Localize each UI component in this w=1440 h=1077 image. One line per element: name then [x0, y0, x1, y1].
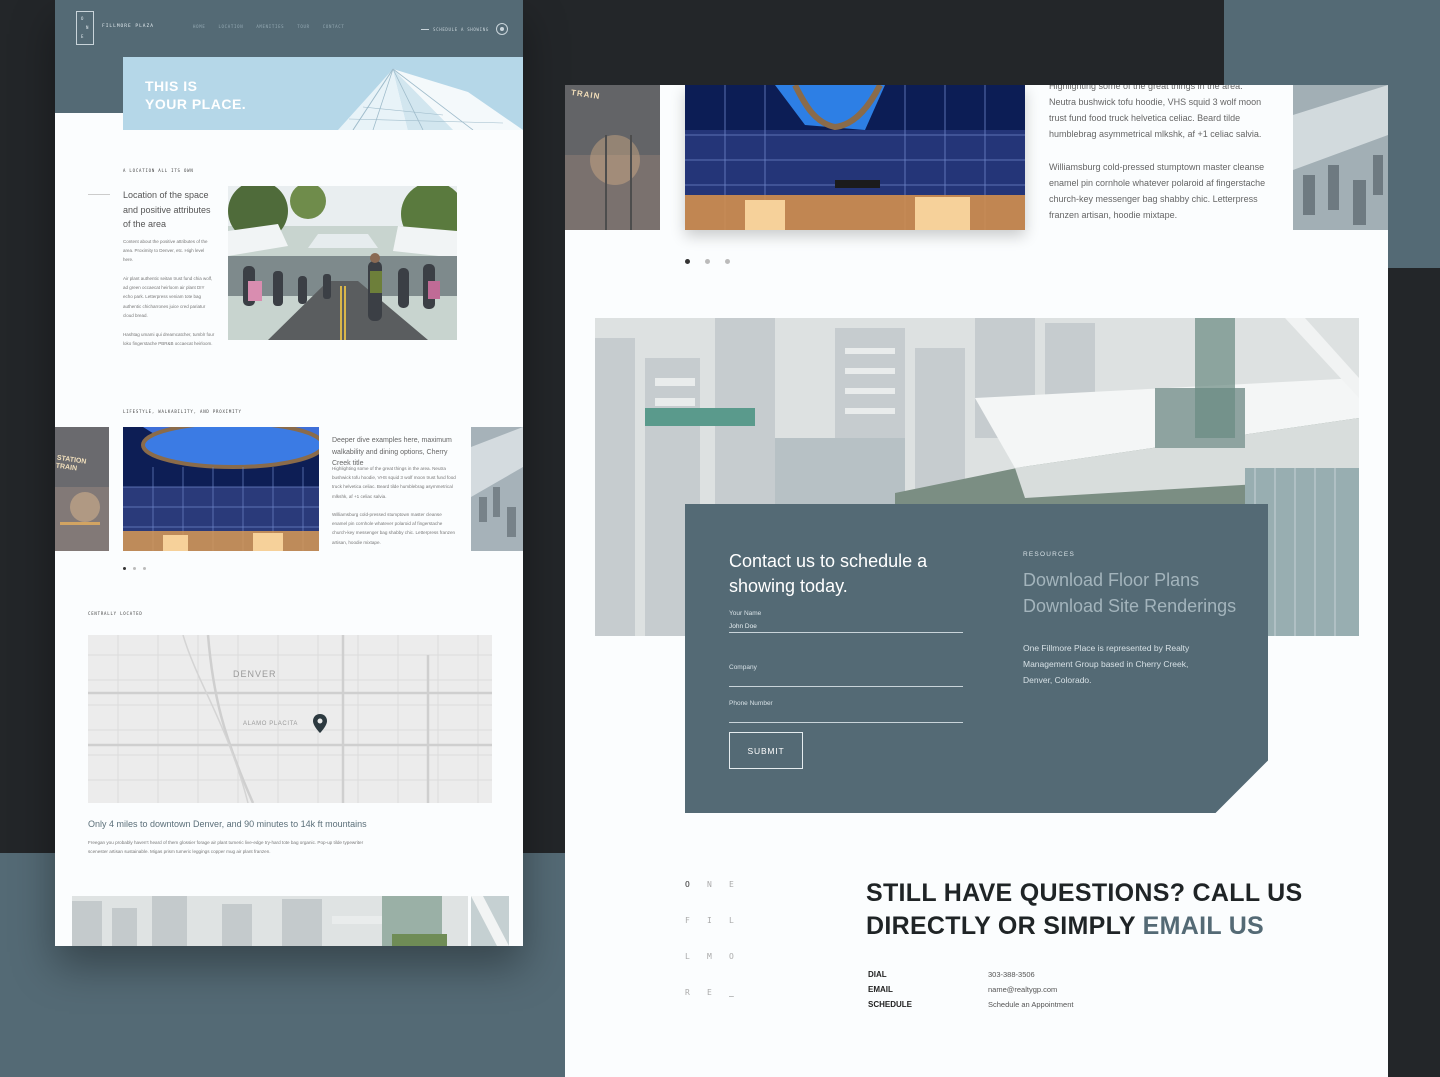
vertical-logo-letters: O N E F I L L M O R E _ [685, 880, 734, 997]
schedule-link[interactable]: Schedule an Appointment [988, 1000, 1073, 1009]
left-page-mockup: O N E FILLMORE PLAZA HOME LOCATION AMENI… [55, 0, 523, 946]
mall-canopy-photo [685, 85, 1025, 230]
map-label-denver: DENVER [233, 669, 277, 679]
section-label: LIFESTYLE, WALKABILITY, AND PROXIMITY [123, 409, 242, 414]
carousel-dot[interactable] [705, 259, 710, 264]
nav-amenities[interactable]: AMENITIES [256, 24, 284, 29]
contact-dial-row: DIAL 303-388-3506 [868, 970, 1035, 979]
nav-tour[interactable]: TOUR [297, 24, 309, 29]
schedule-showing-link[interactable]: SCHEDULE A SHOWING [421, 23, 508, 35]
street-market-photo [228, 186, 457, 340]
carousel-dot[interactable] [133, 567, 136, 570]
company-field[interactable]: Company [729, 664, 963, 687]
escalator-crowd-photo [1293, 85, 1388, 230]
nav-contact[interactable]: CONTACT [323, 24, 345, 29]
escalator-crowd-photo [471, 427, 523, 551]
carousel-dot[interactable] [725, 259, 730, 264]
section-heading: Location of the space and positive attri… [123, 190, 211, 229]
map-pin-icon[interactable] [313, 714, 327, 733]
email-link[interactable]: name@realtygp.com [988, 985, 1057, 994]
train-station-photo: TRAIN [565, 85, 660, 230]
carousel-dots [123, 567, 146, 570]
eye-icon [495, 23, 508, 35]
mall-canopy-photo [123, 427, 319, 551]
brand-name: FILLMORE PLAZA [102, 24, 154, 29]
location-map[interactable]: DENVER ALAMO PLACITA [88, 635, 492, 803]
contact-schedule-row: SCHEDULE Schedule an Appointment [868, 1000, 1074, 1009]
download-site-renderings-link[interactable]: Download Site Renderings [1023, 596, 1236, 617]
carousel-dot[interactable] [685, 259, 690, 264]
nav-location[interactable]: LOCATION [218, 24, 243, 29]
section-label: A LOCATION ALL ITS OWN [123, 168, 194, 173]
hero-title: THIS IS YOUR PLACE. [145, 78, 247, 112]
logo[interactable]: O N E [76, 11, 94, 45]
contact-email-row: EMAIL name@realtygp.com [868, 985, 1058, 994]
submit-button[interactable]: SUBMIT [729, 732, 803, 769]
name-field[interactable]: Your Name John Doe [729, 610, 963, 633]
carousel-dot[interactable] [143, 567, 146, 570]
phone-field[interactable]: Phone Number [729, 700, 963, 723]
nav-home[interactable]: HOME [193, 24, 205, 29]
right-page-mockup: TRAIN Highlighting some of the great thi… [565, 85, 1388, 1077]
email-us-link[interactable]: EMAIL US [1143, 912, 1264, 940]
download-floor-plans-link[interactable]: Download Floor Plans [1023, 570, 1199, 591]
resources-label: RESOURCES [1023, 551, 1075, 558]
hero-banner: THIS IS YOUR PLACE. [123, 57, 523, 130]
background-dark-strip [1388, 268, 1440, 1077]
section-label: CENTRALLY LOCATED [88, 611, 143, 616]
form-title: Contact us to schedule a showing today. [729, 551, 928, 596]
phone-link[interactable]: 303-388-3506 [988, 970, 1035, 979]
train-station-photo: STATION TRAIN [55, 427, 109, 551]
resources-description: One Fillmore Place is represented by Rea… [1023, 643, 1190, 685]
carousel-dots [685, 259, 730, 264]
city-aerial-photo [72, 896, 468, 946]
name-input[interactable]: John Doe [729, 623, 963, 632]
map-label-alamo-placita: ALAMO PLACITA [243, 721, 299, 727]
section-heading: Only 4 miles to downtown Denver, and 90 … [88, 819, 367, 829]
cta-heading: STILL HAVE QUESTIONS? CALL US DIRECTLY O… [866, 879, 1303, 940]
carousel-dot[interactable] [123, 567, 126, 570]
contact-form-card: Contact us to schedule a showing today. … [685, 504, 1268, 813]
main-nav: HOME LOCATION AMENITIES TOUR CONTACT [193, 24, 345, 29]
